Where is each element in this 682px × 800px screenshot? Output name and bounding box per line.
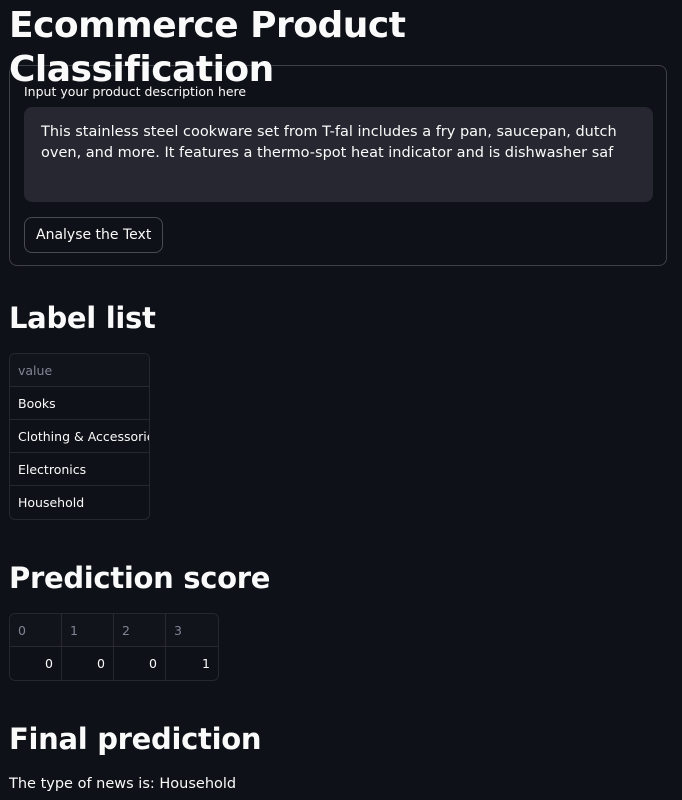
- label-column-header[interactable]: value: [10, 354, 149, 387]
- score-cell: 0: [114, 647, 166, 680]
- final-prediction-heading: Final prediction: [9, 722, 262, 756]
- prediction-score-heading: Prediction score: [9, 561, 271, 595]
- score-column-header[interactable]: 2: [114, 614, 166, 647]
- score-cell: 0: [62, 647, 114, 680]
- analyse-button[interactable]: Analyse the Text: [24, 217, 164, 253]
- final-prediction-text: The type of news is: Household: [9, 776, 237, 792]
- table-row: Electronics: [10, 453, 149, 486]
- score-column-header[interactable]: 0: [10, 614, 62, 647]
- label-list-table: value Books Clothing & Accessories Elect…: [9, 353, 150, 520]
- prediction-score-table: 0 1 2 3 0 0 0 1: [9, 613, 219, 681]
- score-cell: 1: [202, 656, 210, 671]
- app-page: Ecommerce Product Classification Input y…: [0, 0, 682, 800]
- description-input-label: Input your product description here: [24, 84, 247, 99]
- analysis-form: Input your product description here This…: [9, 65, 667, 266]
- table-row: Household: [18, 495, 85, 510]
- table-row: Clothing & Accessories: [10, 420, 149, 453]
- score-cell: 0: [10, 647, 62, 680]
- product-description-input[interactable]: This stainless steel cookware set from T…: [24, 107, 653, 202]
- table-row: Books: [10, 387, 149, 420]
- label-list-heading: Label list: [9, 301, 156, 335]
- score-column-header[interactable]: 1: [62, 614, 114, 647]
- score-column-header[interactable]: 3: [166, 614, 218, 647]
